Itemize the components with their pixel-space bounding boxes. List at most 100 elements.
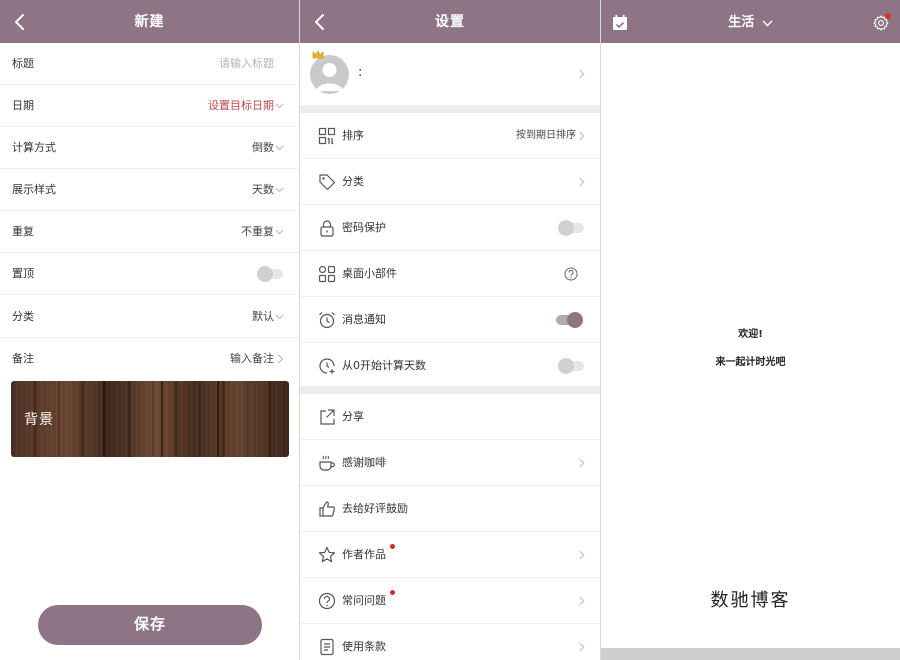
chevron-down-icon [275, 103, 284, 109]
page-title: 设置 [435, 14, 465, 30]
date-label: 日期 [12, 99, 34, 112]
settings-item-notifications: 消息通知 [300, 297, 600, 343]
save-button[interactable]: 保存 [38, 605, 262, 645]
share-icon [320, 409, 335, 425]
date-value: 设置目标日期 [208, 99, 274, 112]
pin-label: 置顶 [12, 267, 34, 280]
wood-grain [161, 381, 163, 457]
repeat-value: 不重复 [241, 225, 274, 238]
toggle-knob [558, 358, 574, 374]
crown-icon [312, 50, 324, 59]
star-icon [318, 546, 336, 563]
page-title: 新建 [134, 14, 165, 30]
section-gap [300, 386, 600, 394]
new-countdown-screen: 新建 标题 请输入标题 日期 设置目标日期 计算方式 倒数 展示样式 天数 重复… [0, 0, 299, 660]
avatar[interactable] [310, 55, 349, 94]
profile-row[interactable]: : [300, 43, 600, 105]
notifications-toggle[interactable] [556, 312, 583, 328]
background-picker[interactable]: 背景 [11, 381, 289, 457]
settings-item-label: 消息通知 [342, 313, 386, 326]
help-circle-icon[interactable] [564, 267, 578, 281]
watermark-text: 数驰博客 [710, 590, 791, 611]
lock-icon [320, 220, 334, 237]
settings-item-faq[interactable]: 常问问题 [300, 578, 600, 624]
calc-method-label: 计算方式 [12, 141, 56, 154]
settings-item-label: 作者作品 [342, 548, 386, 561]
settings-item-label: 桌面小部件 [342, 267, 397, 280]
chevron-down-icon [275, 229, 284, 235]
notification-badge [885, 13, 891, 19]
chevron-right-icon [579, 131, 585, 141]
category-row[interactable]: 分类 默认 [0, 296, 299, 338]
wood-grain [217, 381, 219, 457]
coffee-icon [319, 455, 335, 471]
chevron-right-icon [277, 354, 284, 364]
question-icon [318, 592, 336, 610]
calc-method-value: 倒数 [252, 141, 274, 154]
note-row[interactable]: 备注 输入备注 [0, 338, 299, 380]
settings-item-widgets[interactable]: 桌面小部件 [300, 251, 600, 297]
wood-grain [103, 381, 105, 457]
welcome-text: 欢迎! [738, 329, 763, 340]
settings-item-count-from-zero: 从0开始计算天数 [300, 343, 600, 389]
toggle-knob [567, 312, 583, 328]
clock-plus-icon [319, 358, 335, 374]
display-style-value: 天数 [252, 183, 274, 196]
chevron-right-icon [579, 458, 585, 468]
pin-toggle[interactable] [257, 266, 283, 282]
top-bar: 设置 [300, 0, 600, 43]
settings-item-author-works[interactable]: 作者作品 [300, 532, 600, 578]
notification-badge [390, 590, 395, 595]
widgets-icon [318, 265, 336, 283]
calc-method-row[interactable]: 计算方式 倒数 [0, 127, 299, 169]
settings-item-label: 分类 [342, 175, 364, 188]
settings-item-label: 感谢咖啡 [342, 456, 386, 469]
category-label: 分类 [12, 310, 34, 323]
top-bar: 新建 [0, 0, 299, 43]
settings-item-category[interactable]: 分类 [300, 159, 600, 205]
settings-item-label: 去给好评鼓励 [342, 502, 408, 515]
chevron-down-icon [275, 145, 284, 151]
grid-sort-icon [318, 127, 336, 145]
settings-item-label: 常问问题 [342, 594, 386, 607]
settings-item-rate[interactable]: 去给好评鼓励 [300, 486, 600, 532]
settings-item-label: 分享 [342, 410, 364, 423]
settings-item-password: 密码保护 [300, 205, 600, 251]
settings-item-share[interactable]: 分享 [300, 394, 600, 440]
settings-item-sort[interactable]: 排序 按到期日排序 [300, 113, 600, 159]
notification-badge [390, 544, 395, 549]
pin-row: 置顶 [0, 253, 299, 295]
section-gap [300, 105, 600, 113]
title-input[interactable]: 请输入标题 [219, 43, 274, 85]
chevron-right-icon [579, 177, 585, 187]
chevron-right-icon [579, 642, 585, 652]
chevron-right-icon [579, 550, 585, 560]
password-toggle[interactable] [558, 220, 584, 236]
settings-item-label: 密码保护 [342, 221, 386, 234]
background-label: 背景 [24, 412, 54, 428]
settings-item-label: 排序 [342, 129, 364, 142]
chevron-down-icon [275, 314, 284, 320]
settings-item-terms[interactable]: 使用条款 [300, 624, 600, 660]
settings-screen: 设置 : 排序 按到期日排序 分类 密码保护 桌面小部件 消息通知 从0开始计算… [300, 0, 600, 660]
welcome-subtitle: 来一起计时光吧 [715, 357, 786, 368]
display-style-label: 展示样式 [12, 183, 56, 196]
title-row[interactable]: 标题 请输入标题 [0, 43, 299, 85]
count-from-zero-toggle[interactable] [558, 358, 584, 374]
repeat-row[interactable]: 重复 不重复 [0, 211, 299, 253]
profile-name: : [358, 65, 363, 80]
alarm-icon [319, 312, 335, 329]
note-label: 备注 [12, 352, 34, 365]
display-style-row[interactable]: 展示样式 天数 [0, 169, 299, 211]
date-row[interactable]: 日期 设置目标日期 [0, 85, 299, 127]
chevron-right-icon [579, 69, 585, 79]
settings-item-coffee[interactable]: 感谢咖啡 [300, 440, 600, 486]
title-label: 标题 [12, 57, 34, 70]
chevron-right-icon [579, 596, 585, 606]
sort-value: 按到期日排序 [516, 130, 576, 141]
user-icon [316, 63, 343, 91]
bottom-bar [601, 648, 900, 660]
category-switcher[interactable]: 生活 [601, 0, 900, 43]
chevron-down-icon [762, 20, 773, 26]
category-value: 默认 [252, 310, 274, 323]
